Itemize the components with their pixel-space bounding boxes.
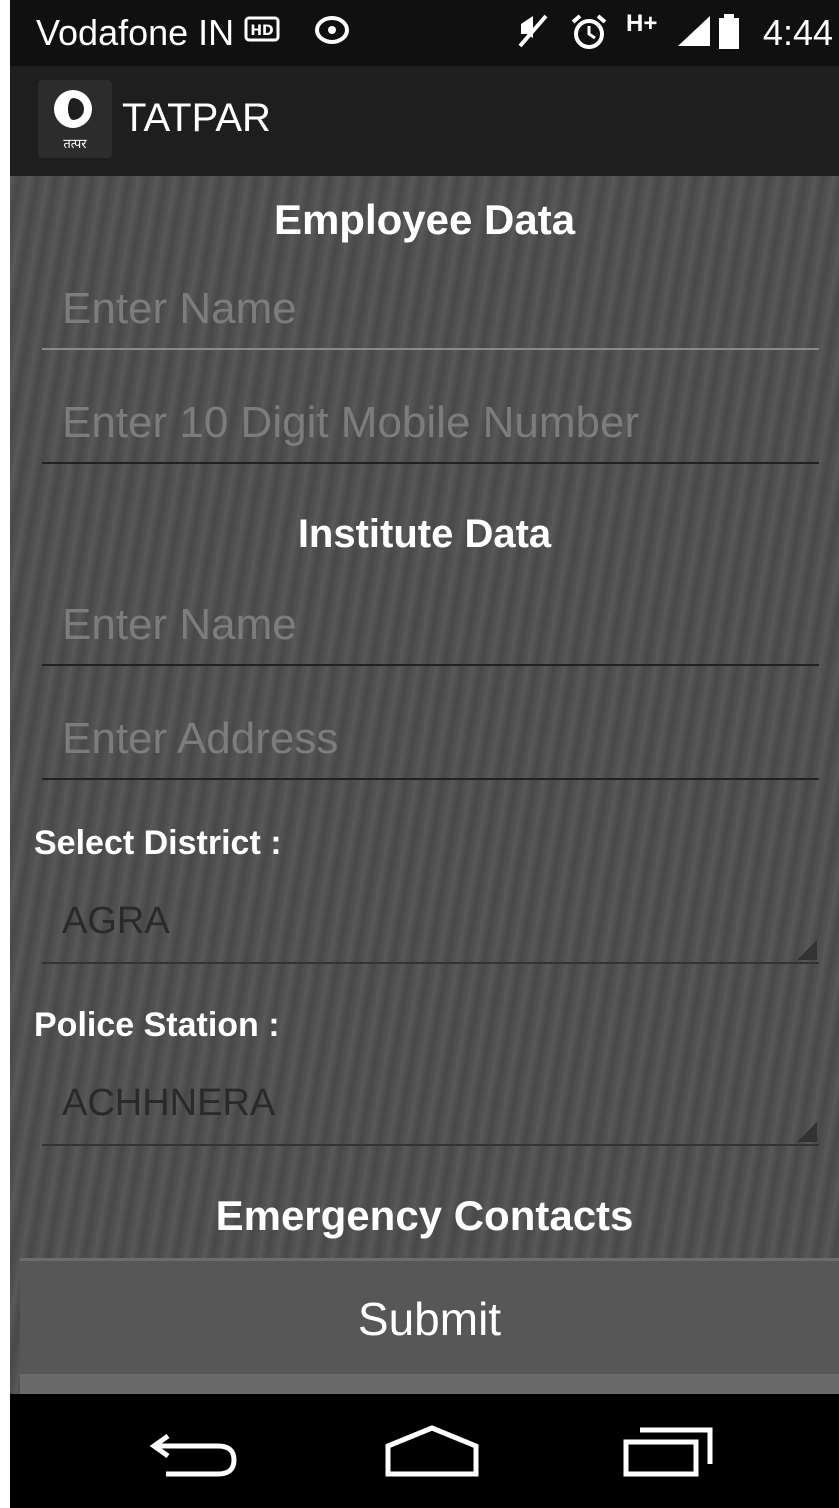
dropdown-arrow-icon	[797, 940, 817, 960]
form-content: Employee Data Enter Name Enter 10 Digit …	[10, 176, 839, 1394]
mute-icon	[518, 14, 548, 56]
carrier-name: Vodafone IN	[36, 12, 235, 53]
home-icon[interactable]	[382, 1424, 482, 1480]
signal-icon	[676, 14, 712, 56]
district-dropdown[interactable]: AGRA	[42, 900, 819, 964]
logo-eye-icon	[54, 90, 92, 128]
navigation-bar	[10, 1394, 839, 1508]
submit-button[interactable]: Submit	[20, 1258, 839, 1374]
logo-text: तत्पर	[63, 136, 87, 151]
back-icon[interactable]	[146, 1424, 246, 1480]
network-type: H+	[626, 10, 658, 37]
button-divider	[20, 1374, 839, 1394]
emergency-section-title: Emergency Contacts	[215, 1192, 634, 1239]
institute-section-title: Institute Data	[297, 512, 552, 556]
sync-icon	[314, 14, 350, 54]
alarm-icon	[570, 14, 608, 58]
action-bar: तत्पर TATPAR	[10, 66, 839, 176]
district-label: Select District :	[34, 824, 282, 862]
hd-voice-icon: HD	[244, 14, 280, 52]
battery-icon	[718, 14, 740, 58]
police-station-value: ACHHNERA	[62, 1082, 276, 1124]
employee-section-title: Employee Data	[273, 196, 576, 243]
phone-screen: Vodafone IN HD H+ 4:44 तत्पर TATPAR Empl…	[10, 0, 839, 1508]
district-value: AGRA	[62, 900, 170, 942]
employee-name-field[interactable]: Enter Name	[42, 284, 819, 350]
status-bar: Vodafone IN HD H+ 4:44	[10, 0, 839, 66]
recents-icon[interactable]	[618, 1424, 718, 1480]
clock: 4:44	[762, 12, 833, 53]
institute-address-field[interactable]: Enter Address	[42, 714, 819, 780]
app-title: TATPAR	[122, 96, 271, 140]
police-station-dropdown[interactable]: ACHHNERA	[42, 1082, 819, 1146]
employee-mobile-field[interactable]: Enter 10 Digit Mobile Number	[42, 398, 819, 464]
svg-text:HD: HD	[250, 23, 273, 39]
dropdown-arrow-icon	[797, 1122, 817, 1142]
institute-name-field[interactable]: Enter Name	[42, 600, 819, 666]
police-station-label: Police Station :	[34, 1006, 280, 1044]
app-logo[interactable]: तत्पर	[38, 80, 112, 158]
